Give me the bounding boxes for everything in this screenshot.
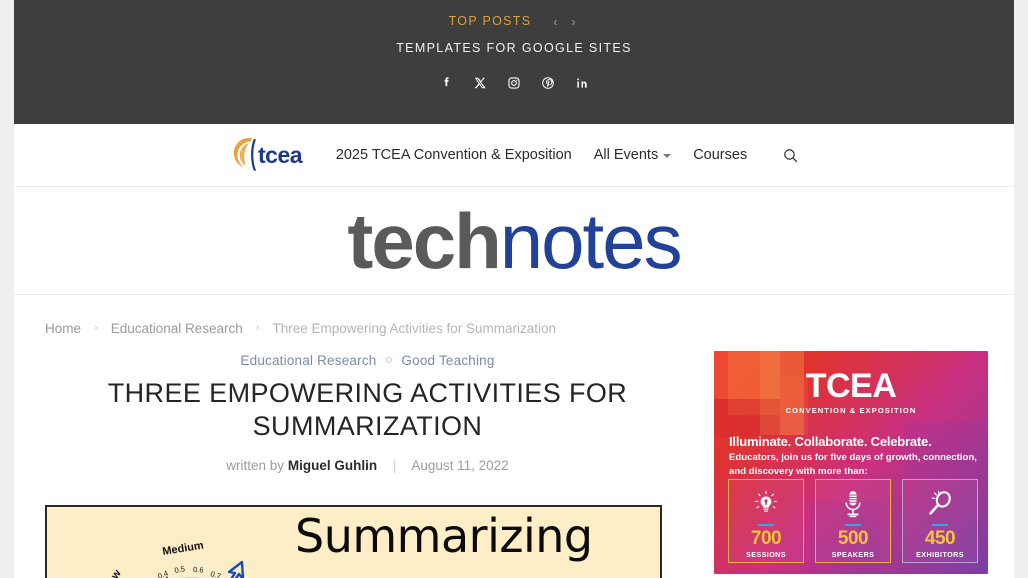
svg-text:0.7: 0.7 — [209, 570, 222, 578]
breadcrumb-separator-icon: › — [94, 321, 98, 334]
svg-text:0.5: 0.5 — [174, 565, 186, 576]
stat-label-exhibitors: EXHIBITORS — [916, 550, 964, 559]
x-twitter-icon[interactable] — [473, 75, 488, 90]
sidebar-column: TCEA CONVENTION & EXPOSITION Illuminate.… — [690, 343, 1000, 578]
breadcrumb-separator-icon: › — [255, 321, 260, 334]
ad-tagline: Illuminate. Collaborate. Celebrate. — [729, 434, 932, 449]
byline-separator: | — [392, 458, 397, 474]
ad-body-text: Educators, join us for five days of grow… — [729, 452, 977, 477]
stat-number-sessions: 700 — [750, 528, 782, 549]
nav-item-convention-label: 2025 TCEA Convention & Exposition — [335, 147, 572, 163]
post-date: August 11, 2022 — [411, 458, 509, 474]
wordmark-notes: notes — [499, 196, 683, 285]
page-root: TOP POSTS ‹ › TEMPLATES FOR GOOGLE SITES — [14, 0, 1014, 578]
author-link[interactable]: Miguel Guhlin — [288, 458, 377, 473]
category-link-educational-research[interactable]: Educational Research — [240, 353, 376, 368]
written-by-label: written by — [226, 458, 285, 474]
ad-logo-subtitle: CONVENTION & EXPOSITION — [785, 406, 917, 415]
nav-item-convention[interactable]: 2025 TCEA Convention & Exposition — [325, 147, 583, 163]
stat-number-exhibitors: 450 — [924, 528, 956, 549]
svg-text:0.4: 0.4 — [156, 569, 169, 578]
microphone-icon — [841, 487, 865, 521]
stat-card-sessions: 700 SESSIONS — [728, 479, 804, 563]
featured-image-heading: Summarizing — [295, 509, 593, 564]
top-posts-row: TOP POSTS ‹ › — [14, 0, 1014, 28]
main-navigation: tcea 2025 TCEA Convention & Exposition A… — [14, 124, 1014, 187]
ad-stat-cards: 700 SESSIONS 500 SPEAKERS 450 EXHIBITORS — [728, 479, 978, 563]
prev-post-arrow-icon[interactable]: ‹ — [549, 15, 561, 28]
next-post-arrow-icon[interactable]: › — [567, 15, 579, 28]
tcea-logo[interactable]: tcea — [229, 138, 311, 172]
breadcrumb-item-current: Three Empowering Activities for Summariz… — [272, 321, 557, 336]
stat-divider — [932, 524, 948, 526]
search-icon[interactable] — [782, 147, 799, 164]
linkedin-icon[interactable] — [575, 75, 590, 90]
social-links — [14, 75, 1014, 90]
nav-item-all-events[interactable]: All Events — [583, 147, 682, 163]
nav-item-all-events-label: All Events — [593, 147, 659, 163]
article-column: Educational Research ◇ Good Teaching THR… — [45, 343, 690, 578]
top-post-headline-link[interactable]: TEMPLATES FOR GOOGLE SITES — [14, 41, 1014, 55]
nav-item-courses-label: Courses — [693, 147, 748, 163]
page-title: THREE EMPOWERING ACTIVITIES FOR SUMMARIZ… — [107, 378, 628, 442]
stat-card-speakers: 500 SPEAKERS — [815, 479, 891, 563]
top-bar: TOP POSTS ‹ › TEMPLATES FOR GOOGLE SITES — [14, 0, 1014, 124]
svg-text:tcea: tcea — [258, 142, 303, 168]
chevron-down-icon — [663, 154, 672, 158]
instagram-icon[interactable] — [507, 75, 522, 90]
nav-item-courses[interactable]: Courses — [682, 147, 758, 163]
svg-text:Low: Low — [102, 568, 124, 578]
facebook-icon[interactable] — [439, 75, 454, 90]
breadcrumb-item-educational-research[interactable]: Educational Research — [111, 321, 243, 336]
svg-text:Medium: Medium — [162, 540, 205, 558]
breadcrumb-item-home[interactable]: Home — [45, 321, 81, 336]
wordmark-tech: tech — [347, 196, 501, 285]
content-area: Educational Research ◇ Good Teaching THR… — [14, 343, 1014, 578]
nav-inner: tcea 2025 TCEA Convention & Exposition A… — [229, 138, 799, 172]
category-separator-icon: ◇ — [385, 354, 393, 364]
technotes-wordmark[interactable]: technotes — [347, 202, 682, 280]
site-logo-banner: technotes — [14, 187, 1014, 295]
stat-divider — [758, 524, 774, 526]
ad-logo: TCEA CONVENTION & EXPOSITION — [714, 369, 988, 415]
stat-label-speakers: SPEAKERS — [831, 550, 875, 559]
ad-logo-word: TCEA — [805, 367, 897, 405]
post-categories: Educational Research ◇ Good Teaching — [45, 353, 690, 368]
stat-label-sessions: SESSIONS — [746, 550, 786, 559]
tcea-convention-ad[interactable]: TCEA CONVENTION & EXPOSITION Illuminate.… — [714, 351, 988, 574]
stat-divider — [845, 524, 861, 526]
post-byline: written by Miguel Guhlin | August 11, 20… — [45, 458, 690, 473]
stat-number-speakers: 500 — [837, 528, 869, 549]
lightbulb-icon — [754, 487, 778, 521]
category-link-good-teaching[interactable]: Good Teaching — [401, 353, 494, 368]
effect-size-barometer-graphic: 0.1 0.2 0.3 0.4 0.5 0.6 0.7 0.8 0.9 Low … — [89, 529, 285, 578]
breadcrumb: Home › Educational Research › Three Empo… — [14, 295, 1014, 343]
top-posts-arrows: ‹ › — [549, 15, 579, 28]
pinterest-icon[interactable] — [541, 75, 556, 90]
browser-viewport: TOP POSTS ‹ › TEMPLATES FOR GOOGLE SITES — [0, 0, 1028, 578]
top-posts-label: TOP POSTS — [448, 14, 532, 28]
magnifier-icon — [926, 487, 954, 521]
featured-image[interactable]: 0.1 0.2 0.3 0.4 0.5 0.6 0.7 0.8 0.9 Low … — [45, 505, 662, 578]
svg-text:0.6: 0.6 — [193, 565, 204, 575]
stat-card-exhibitors: 450 EXHIBITORS — [902, 479, 978, 563]
